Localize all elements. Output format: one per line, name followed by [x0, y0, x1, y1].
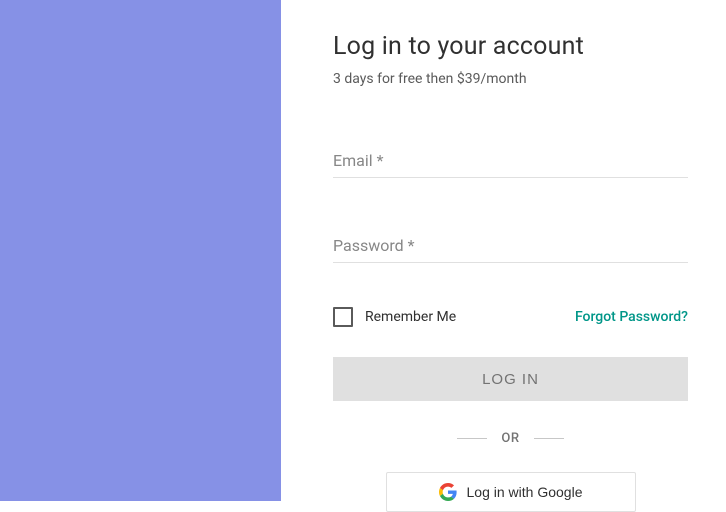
page-title: Log in to your account — [333, 32, 688, 61]
google-login-button[interactable]: Log in with Google — [386, 472, 636, 512]
password-field-wrap: Password * — [333, 232, 688, 263]
forgot-password-link[interactable]: Forgot Password? — [575, 309, 688, 325]
remember-label[interactable]: Remember Me — [365, 309, 456, 325]
or-text: OR — [501, 431, 519, 446]
divider-line — [457, 438, 487, 439]
google-icon — [439, 483, 457, 501]
or-divider: OR — [333, 431, 688, 446]
google-button-label: Log in with Google — [467, 484, 583, 500]
email-field-wrap: Email * — [333, 147, 688, 178]
login-button[interactable]: LOG IN — [333, 357, 688, 401]
divider-line — [534, 438, 564, 439]
email-input[interactable] — [333, 147, 688, 178]
pricing-subtitle: 3 days for free then $39/month — [333, 71, 688, 87]
remember-checkbox[interactable] — [333, 307, 353, 327]
decorative-left-panel — [0, 0, 281, 501]
login-form-panel: Log in to your account 3 days for free t… — [281, 0, 726, 501]
password-input[interactable] — [333, 232, 688, 263]
